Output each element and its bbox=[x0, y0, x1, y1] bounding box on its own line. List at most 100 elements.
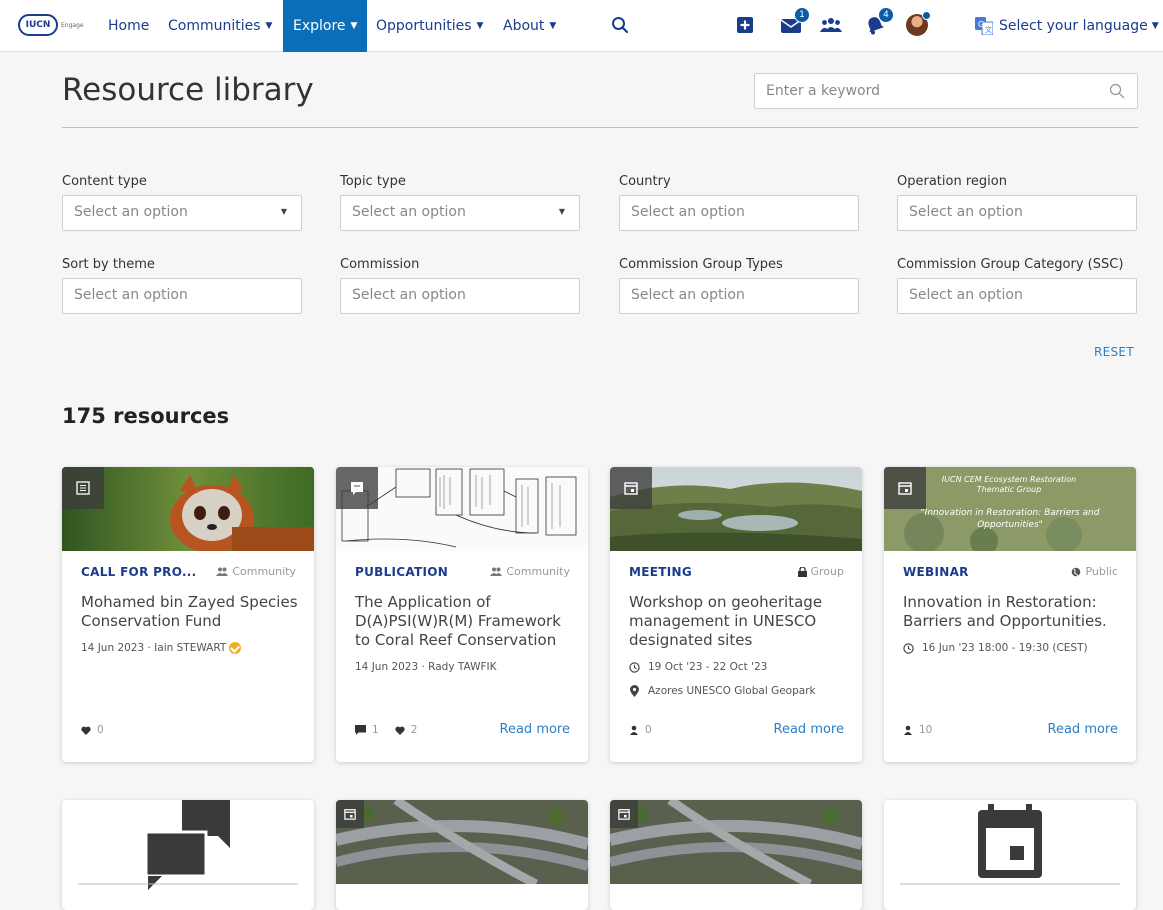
filter-commission-group-types-label: Commission Group Types bbox=[619, 257, 783, 272]
filter-commission-group-category-select[interactable]: Select an option bbox=[897, 278, 1137, 314]
clock-icon bbox=[903, 642, 914, 654]
attendees-value: 0 bbox=[645, 724, 652, 736]
card-visibility: Community bbox=[216, 565, 296, 578]
nav-about[interactable]: About ▼ bbox=[503, 0, 556, 52]
likes-count[interactable]: 0 bbox=[81, 724, 104, 736]
filter-placeholder: Select an option bbox=[74, 204, 188, 220]
nav-explore[interactable]: Explore ▼ bbox=[283, 0, 368, 52]
card-date: 19 Oct '23 - 22 Oct '23 bbox=[629, 661, 767, 673]
filter-commission-group-category-label: Commission Group Category (SSC) bbox=[897, 257, 1124, 272]
comments-count[interactable]: 1 bbox=[355, 724, 379, 736]
discussion-placeholder-icon bbox=[78, 800, 298, 890]
card-visibility-label: Community bbox=[506, 565, 570, 578]
card-location-text: Azores UNESCO Global Geopark bbox=[648, 685, 816, 697]
svg-text:文: 文 bbox=[985, 25, 992, 34]
read-more-link[interactable]: Read more bbox=[1048, 722, 1118, 737]
groups-icon[interactable] bbox=[820, 14, 842, 36]
resource-card[interactable]: PUBLICATION Community The Application of… bbox=[336, 467, 588, 762]
language-selector[interactable]: G文 Select your language ▼ bbox=[975, 0, 1159, 52]
user-avatar[interactable] bbox=[906, 11, 931, 36]
filter-placeholder: Select an option bbox=[631, 204, 745, 220]
iucn-logo[interactable]: IUCN Engage bbox=[18, 14, 88, 36]
card-title[interactable]: The Application of D(A)PSI(W)R(M) Framew… bbox=[355, 593, 575, 650]
add-content-icon[interactable] bbox=[734, 14, 756, 36]
notifications-icon[interactable]: 4 bbox=[864, 7, 894, 36]
card-date-text: 19 Oct '23 - 22 Oct '23 bbox=[648, 661, 768, 673]
messages-icon[interactable]: 1 bbox=[780, 7, 810, 36]
caret-down-icon: ▼ bbox=[350, 21, 358, 31]
nav-about-label: About bbox=[503, 18, 545, 34]
resource-card[interactable] bbox=[610, 800, 862, 910]
card-footer: 0 bbox=[81, 724, 120, 736]
search-icon[interactable] bbox=[609, 14, 631, 36]
keyword-search bbox=[754, 73, 1138, 109]
resource-card[interactable] bbox=[336, 800, 588, 910]
community-icon bbox=[216, 567, 229, 576]
resource-card[interactable]: IUCN CEM Ecosystem Restoration Thematic … bbox=[884, 467, 1136, 762]
card-visibility-label: Public bbox=[1085, 565, 1118, 578]
nav-home[interactable]: Home bbox=[108, 0, 149, 52]
resource-card[interactable]: MEETING Group Workshop on geoheritage ma… bbox=[610, 467, 862, 762]
card-visibility: Public bbox=[1071, 565, 1118, 578]
filter-operation-region-select[interactable]: Select an option bbox=[897, 195, 1137, 231]
resource-card[interactable]: CALL FOR PRO... Community Mohamed bin Za… bbox=[62, 467, 314, 762]
likes-value: 0 bbox=[97, 724, 104, 736]
filter-commission-select[interactable]: Select an option bbox=[340, 278, 580, 314]
nav-opportunities[interactable]: Opportunities ▼ bbox=[376, 0, 483, 52]
lock-icon bbox=[797, 566, 807, 577]
card-type-label: PUBLICATION bbox=[355, 565, 449, 579]
filter-country-select[interactable]: Select an option bbox=[619, 195, 859, 231]
filter-theme-select[interactable]: Select an option bbox=[62, 278, 302, 314]
comment-icon bbox=[355, 725, 366, 735]
resource-card[interactable] bbox=[62, 800, 314, 910]
card-title[interactable]: Mohamed bin Zayed Species Conservation F… bbox=[81, 593, 301, 631]
filter-country-label: Country bbox=[619, 174, 671, 189]
keyword-search-input[interactable] bbox=[755, 74, 1085, 108]
logo-subtitle: Engage bbox=[61, 21, 84, 29]
filter-placeholder: Select an option bbox=[631, 287, 745, 303]
article-type-icon bbox=[62, 467, 104, 509]
attendees-count: 0 bbox=[629, 724, 652, 736]
card-meta-text: 14 Jun 2023 · Iain STEWART bbox=[81, 642, 227, 654]
avatar-status-dot bbox=[922, 11, 931, 20]
read-more-link[interactable]: Read more bbox=[500, 722, 570, 737]
card-footer: 0 bbox=[629, 724, 668, 736]
card-visibility-label: Community bbox=[232, 565, 296, 578]
card-date-text: 16 Jun '23 18:00 - 19:30 (CEST) bbox=[922, 642, 1088, 654]
calendar-type-icon bbox=[610, 800, 638, 828]
nav-explore-label: Explore bbox=[293, 18, 346, 34]
heart-icon bbox=[395, 726, 405, 735]
banner-line1: IUCN CEM Ecosystem Restoration Thematic … bbox=[941, 475, 1077, 494]
card-visibility: Community bbox=[490, 565, 570, 578]
clock-icon bbox=[629, 661, 640, 673]
comments-value: 1 bbox=[372, 724, 379, 736]
header-divider bbox=[62, 127, 1138, 128]
person-icon bbox=[904, 725, 912, 735]
top-navbar: IUCN Engage Home Communities ▼ Explore ▼… bbox=[0, 0, 1163, 52]
card-title[interactable]: Innovation in Restoration: Barriers and … bbox=[903, 593, 1123, 631]
filter-placeholder: Select an option bbox=[909, 287, 1023, 303]
filter-commission-group-types-select[interactable]: Select an option bbox=[619, 278, 859, 314]
nav-opportunities-label: Opportunities bbox=[376, 18, 472, 34]
card-footer: 1 2 bbox=[355, 724, 433, 736]
filter-topic-type-select[interactable]: Select an option ▼ bbox=[340, 195, 580, 231]
search-icon[interactable] bbox=[1109, 83, 1125, 99]
globe-icon bbox=[1072, 567, 1081, 576]
card-visibility-label: Group bbox=[810, 565, 845, 578]
nav-communities[interactable]: Communities ▼ bbox=[168, 0, 272, 52]
caret-down-icon: ▼ bbox=[476, 21, 484, 31]
read-more-link[interactable]: Read more bbox=[774, 722, 844, 737]
community-icon bbox=[490, 567, 503, 576]
card-title[interactable]: Workshop on geoheritage management in UN… bbox=[629, 593, 849, 650]
caret-down-icon: ▼ bbox=[265, 21, 273, 31]
reset-filters-button[interactable]: RESET bbox=[1094, 345, 1134, 359]
filter-placeholder: Select an option bbox=[352, 287, 466, 303]
resource-card[interactable] bbox=[884, 800, 1136, 910]
filter-content-type-select[interactable]: Select an option ▼ bbox=[62, 195, 302, 231]
caret-down-icon: ▼ bbox=[549, 21, 557, 31]
likes-count[interactable]: 2 bbox=[395, 724, 417, 736]
filter-placeholder: Select an option bbox=[352, 204, 466, 220]
card-footer: 10 bbox=[903, 724, 948, 736]
attendees-count: 10 bbox=[903, 724, 932, 736]
results-count: 175 resources bbox=[62, 404, 230, 428]
